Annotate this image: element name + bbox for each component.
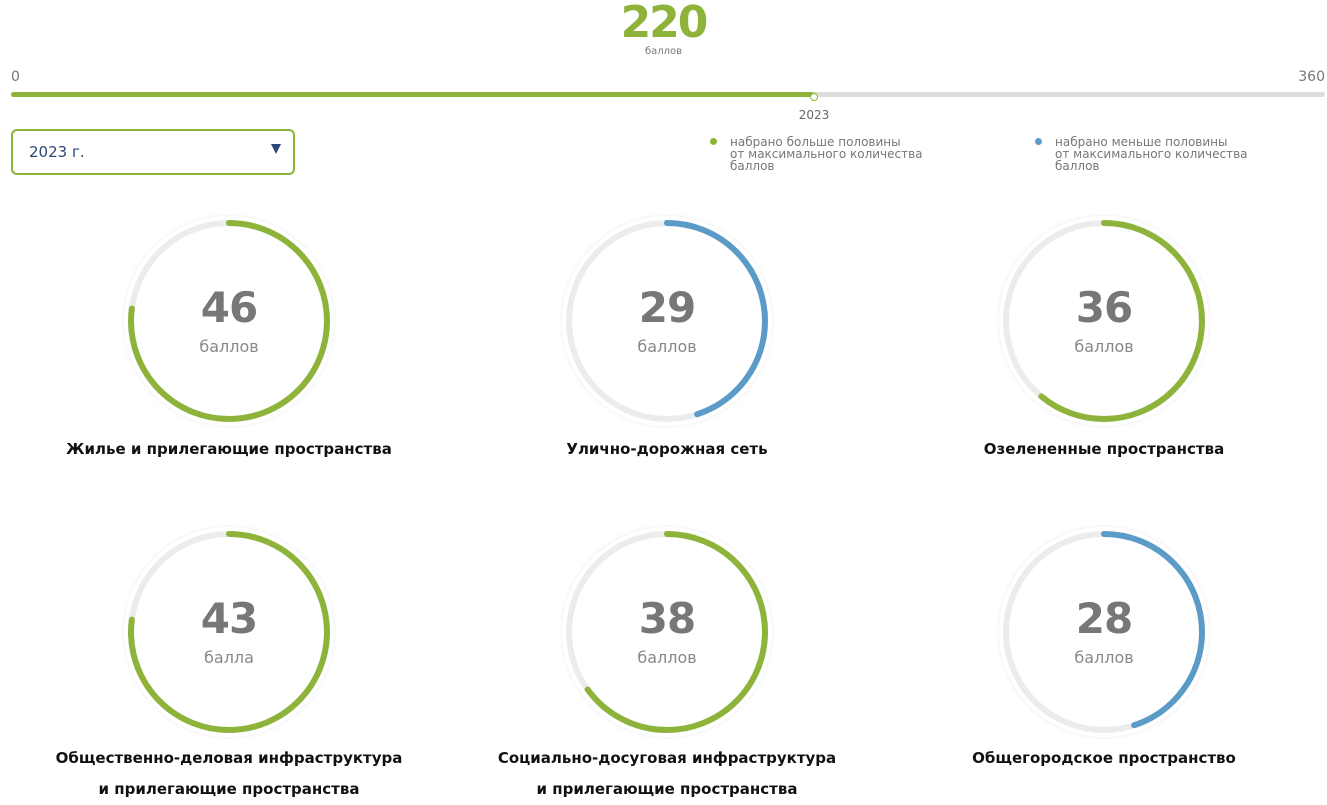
- category-title: Социально-досуговая инфраструктура и при…: [497, 749, 837, 798]
- scale-max-label: 360: [1298, 69, 1325, 85]
- score-ring[interactable]: 46 баллов: [122, 214, 336, 428]
- score-unit: баллов: [637, 337, 697, 356]
- green-dot-icon: [710, 138, 717, 145]
- total-score-unit: баллов: [644, 46, 683, 57]
- score-unit: баллов: [199, 337, 259, 356]
- score-ring[interactable]: 36 баллов: [997, 214, 1211, 428]
- category-title: Жилье и прилегающие пространства: [66, 440, 392, 458]
- score-value: 28: [1075, 594, 1133, 643]
- score-unit: баллов: [1074, 648, 1134, 667]
- score-value: 43: [200, 594, 258, 643]
- scale-min-label: 0: [11, 69, 20, 85]
- legend-text: набрано больше половины от максимального…: [730, 135, 923, 173]
- category-title: Общественно-деловая инфраструктура и при…: [55, 749, 403, 798]
- score-ring[interactable]: 43 балла: [122, 525, 336, 739]
- score-value: 46: [200, 283, 258, 332]
- score-progress-fill: [11, 92, 814, 97]
- year-marker[interactable]: [810, 93, 818, 101]
- score-value: 29: [638, 283, 696, 332]
- score-ring[interactable]: 29 баллов: [560, 214, 774, 428]
- legend-text: набрано меньше половины от максимального…: [1055, 135, 1248, 173]
- score-value: 36: [1075, 283, 1133, 332]
- score-unit: баллов: [1074, 337, 1134, 356]
- category-title: Озелененные пространства: [983, 440, 1225, 458]
- category-title: Общегородское пространство: [972, 749, 1236, 767]
- blue-dot-icon: [1035, 138, 1042, 145]
- year-select-value: 2023 г.: [29, 143, 85, 161]
- score-unit: баллов: [637, 648, 697, 667]
- score-unit: балла: [204, 648, 254, 667]
- score-value: 38: [638, 594, 696, 643]
- year-marker-label: 2023: [798, 108, 830, 122]
- total-score: 220: [620, 0, 709, 48]
- category-title: Улично-дорожная сеть: [566, 440, 768, 458]
- score-ring[interactable]: 38 баллов: [560, 525, 774, 739]
- score-progress-track: [11, 92, 1325, 97]
- dropdown-arrow-icon: [271, 144, 281, 154]
- year-select[interactable]: 2023 г.: [11, 129, 295, 175]
- score-ring[interactable]: 28 баллов: [997, 525, 1211, 739]
